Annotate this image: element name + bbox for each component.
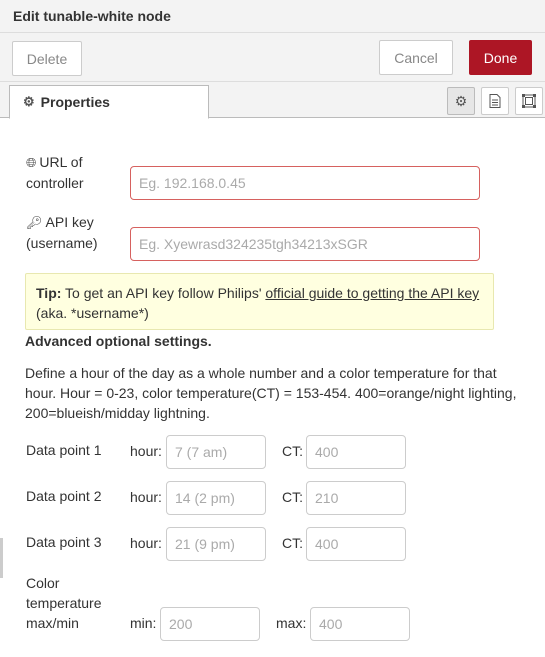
panel-resize-handle[interactable]: [0, 538, 3, 578]
tab-bar: ⚙ Properties ⚙: [0, 82, 545, 119]
data-point-2-hour-label: hour:: [130, 489, 162, 505]
data-point-1-hour-label: hour:: [130, 443, 162, 459]
dialog-toolbar: Delete Cancel Done: [0, 33, 545, 82]
data-point-2-label: Data point 2: [26, 488, 102, 504]
description-tab-icon[interactable]: [481, 87, 509, 115]
color-temp-label-line3: max/min: [26, 615, 79, 631]
delete-button[interactable]: Delete: [12, 41, 82, 76]
tip-bold: Tip:: [36, 285, 62, 301]
data-point-3-hour-input[interactable]: [166, 527, 266, 561]
file-text-icon: [489, 94, 501, 108]
api-label-line2: (username): [26, 235, 98, 251]
data-point-3-label: Data point 3: [26, 534, 102, 550]
data-point-3-ct-label: CT:: [282, 535, 303, 551]
data-point-2-hour-input[interactable]: [166, 481, 266, 515]
data-point-3-ct-input[interactable]: [306, 527, 406, 561]
cog-icon: ⚙: [23, 94, 35, 109]
properties-panel: 🌐︎URL of controller 🔑︎API key (username)…: [0, 118, 545, 657]
data-point-1-ct-input[interactable]: [306, 435, 406, 469]
color-temp-label-line1: Color: [26, 575, 60, 591]
globe-icon: 🌐︎: [26, 155, 37, 170]
object-group-icon: [522, 94, 536, 108]
data-point-1-ct-label: CT:: [282, 443, 303, 459]
data-point-1-hour-input[interactable]: [166, 435, 266, 469]
cancel-button[interactable]: Cancel: [379, 40, 453, 75]
tab-properties-label: Properties: [40, 94, 110, 110]
tip-text-after: (aka. *username*): [36, 305, 149, 321]
settings-tab-icon[interactable]: ⚙: [447, 87, 475, 115]
api-key-input[interactable]: [130, 227, 480, 261]
data-point-2-ct-label: CT:: [282, 489, 303, 505]
api-key-label: 🔑︎ API key (username): [26, 212, 98, 253]
ct-max-input[interactable]: [310, 607, 410, 641]
min-label: min:: [130, 615, 157, 631]
url-label: 🌐︎ URL of controller: [26, 152, 84, 193]
data-point-2-ct-input[interactable]: [306, 481, 406, 515]
url-label-line1: URL of: [39, 154, 83, 170]
advanced-description: Define a hour of the day as a whole numb…: [25, 365, 517, 421]
dialog-title: Edit tunable-white node: [0, 0, 545, 33]
data-point-3-hour-label: hour:: [130, 535, 162, 551]
api-guide-link[interactable]: official guide to getting the API key: [265, 285, 479, 301]
url-input[interactable]: [130, 166, 480, 200]
url-label-line2: controller: [26, 175, 84, 191]
cog-icon: ⚙: [454, 92, 468, 109]
tip-text-before: To get an API key follow Philips': [61, 285, 266, 301]
appearance-tab-icon[interactable]: [515, 87, 543, 115]
color-temp-label-line2: temperature: [26, 595, 102, 611]
done-button[interactable]: Done: [469, 40, 532, 75]
key-icon: 🔑︎: [26, 215, 43, 230]
color-temp-label: Color temperature max/min: [26, 573, 101, 633]
advanced-heading: Advanced optional settings.: [25, 333, 212, 349]
tab-properties[interactable]: ⚙ Properties: [9, 85, 209, 119]
data-point-1-label: Data point 1: [26, 442, 102, 458]
ct-min-input[interactable]: [160, 607, 260, 641]
max-label: max:: [276, 615, 307, 631]
api-label-line1: API key: [45, 214, 94, 230]
tip-box: Tip: To get an API key follow Philips' o…: [25, 273, 494, 330]
